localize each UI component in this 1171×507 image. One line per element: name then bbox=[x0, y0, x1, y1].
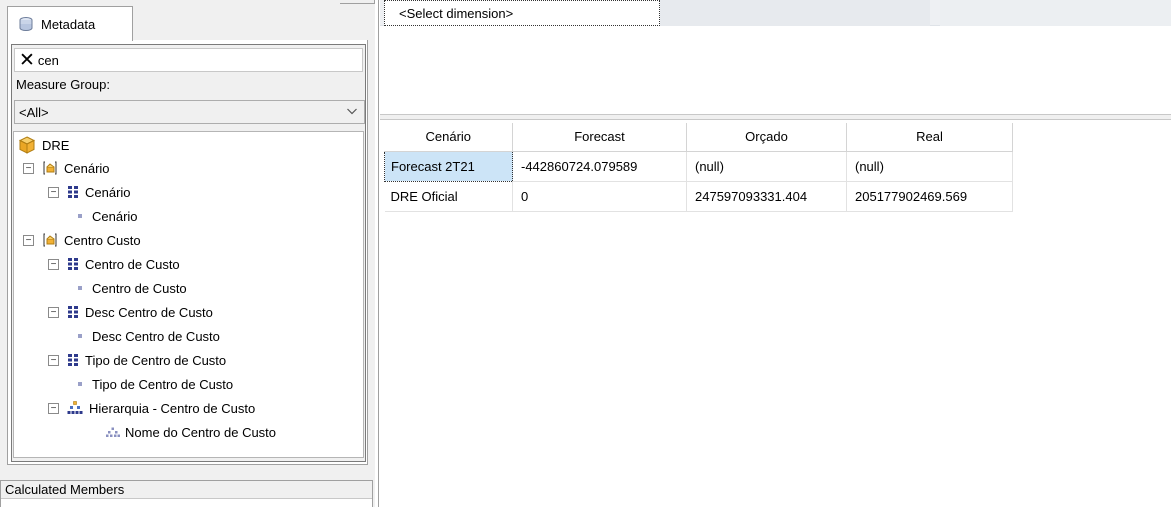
hierarchy-icon bbox=[67, 401, 83, 415]
tree-item-hierarchy[interactable]: − Hierarquia - Centro de Custo bbox=[48, 397, 255, 419]
header-row: Cenário Forecast Orçado Real bbox=[384, 123, 1013, 152]
tree-item-cube[interactable]: DRE bbox=[18, 134, 69, 156]
level-icon bbox=[78, 214, 82, 218]
collapse-icon[interactable]: − bbox=[23, 162, 34, 174]
filter-header-column bbox=[940, 0, 1171, 26]
select-dimension-dropdown[interactable]: <Select dimension> bbox=[384, 0, 660, 26]
tree-item-label: Cenário bbox=[64, 160, 110, 176]
metadata-search-input[interactable]: ✕ cen bbox=[14, 48, 363, 72]
cube-icon bbox=[18, 136, 36, 154]
metadata-body: ✕ cen Measure Group: <All> DRE − Cenário… bbox=[7, 40, 368, 465]
level-icon bbox=[78, 334, 82, 338]
tree-item-level[interactable]: Centro de Custo bbox=[76, 277, 187, 299]
tree-item-attribute[interactable]: − Centro de Custo bbox=[48, 253, 180, 275]
dimension-icon bbox=[42, 232, 58, 248]
attribute-icon bbox=[67, 257, 79, 271]
measure-group-value: <All> bbox=[19, 104, 49, 120]
metadata-tree: DRE − Cenário − Cenário Cenário − Centro… bbox=[13, 131, 364, 458]
cube-stack-icon bbox=[18, 16, 34, 32]
column-header[interactable]: Forecast bbox=[512, 123, 687, 152]
collapse-icon[interactable]: − bbox=[48, 258, 59, 270]
tree-item-label: Desc Centro de Custo bbox=[85, 304, 213, 320]
tree-item-dimension-centro-custo[interactable]: − Centro Custo bbox=[23, 229, 141, 251]
tree-item-level[interactable]: Nome do Centro de Custo bbox=[106, 421, 276, 443]
attribute-icon bbox=[67, 305, 79, 319]
tree-item-attribute[interactable]: − Tipo de Centro de Custo bbox=[48, 349, 226, 371]
row-header-cell[interactable]: DRE Oficial bbox=[384, 181, 513, 212]
tree-item-label: Nome do Centro de Custo bbox=[125, 424, 277, 440]
pane-splitter[interactable] bbox=[378, 0, 379, 507]
column-header[interactable]: Real bbox=[846, 123, 1013, 152]
tree-item-attribute[interactable]: − Cenário bbox=[48, 181, 131, 203]
filter-header: <Select dimension> bbox=[380, 0, 1171, 26]
table-cell[interactable]: (null) bbox=[686, 151, 847, 182]
collapse-icon[interactable]: − bbox=[48, 186, 59, 198]
tree-item-label: Hierarquia - Centro de Custo bbox=[89, 400, 256, 416]
tree-item-label: Centro de Custo bbox=[92, 280, 187, 296]
tab-metadata[interactable]: Metadata bbox=[7, 6, 133, 41]
tab-metadata-label: Metadata bbox=[41, 16, 96, 32]
tree-item-label: DRE bbox=[42, 137, 70, 153]
measure-group-label: Measure Group: bbox=[16, 77, 110, 92]
calculated-members-header: Calculated Members bbox=[1, 481, 372, 499]
measure-group-select[interactable]: <All> bbox=[14, 100, 365, 124]
results-table: Cenário Forecast Orçado Real Forecast 2T… bbox=[384, 123, 1013, 212]
column-header[interactable]: Orçado bbox=[686, 123, 847, 152]
filter-pane: <Select dimension> bbox=[380, 0, 1171, 114]
filter-header-column bbox=[660, 0, 930, 26]
level-icon bbox=[78, 382, 82, 386]
tree-item-level[interactable]: Desc Centro de Custo bbox=[76, 325, 220, 347]
table-row: DRE Oficial 0 247597093331.404 205177902… bbox=[384, 181, 1013, 212]
tree-item-label: Tipo de Centro de Custo bbox=[85, 352, 227, 368]
clear-search-icon[interactable]: ✕ bbox=[19, 51, 35, 70]
column-header[interactable]: Cenário bbox=[384, 123, 513, 152]
collapse-icon[interactable]: − bbox=[48, 354, 59, 366]
table-cell[interactable]: 205177902469.569 bbox=[846, 181, 1013, 212]
tree-item-level[interactable]: Cenário bbox=[76, 205, 138, 227]
tree-item-attribute[interactable]: − Desc Centro de Custo bbox=[48, 301, 213, 323]
results-grid: Cenário Forecast Orçado Real Forecast 2T… bbox=[380, 120, 1171, 507]
toolbar-stub bbox=[340, 0, 375, 4]
collapse-icon[interactable]: − bbox=[23, 234, 34, 246]
attribute-icon bbox=[67, 353, 79, 367]
tree-item-label: Tipo de Centro de Custo bbox=[92, 376, 234, 392]
tree-item-label: Desc Centro de Custo bbox=[92, 328, 220, 344]
row-header-cell[interactable]: Forecast 2T21 bbox=[384, 150, 513, 182]
chevron-down-icon[interactable] bbox=[346, 105, 358, 117]
table-cell[interactable]: 0 bbox=[512, 181, 687, 212]
metadata-pane: Metadata ✕ cen Measure Group: <All> DRE … bbox=[0, 0, 375, 507]
table-cell[interactable]: -442860724.079589 bbox=[512, 151, 687, 182]
tree-item-level[interactable]: Tipo de Centro de Custo bbox=[76, 373, 233, 395]
calculated-members-pane[interactable]: Calculated Members bbox=[0, 480, 373, 507]
level-dots-icon bbox=[106, 427, 120, 437]
table-cell[interactable]: 247597093331.404 bbox=[686, 181, 847, 212]
collapse-icon[interactable]: − bbox=[48, 306, 59, 318]
tree-item-label: Centro Custo bbox=[64, 232, 141, 248]
attribute-icon bbox=[67, 185, 79, 199]
tree-item-label: Cenário bbox=[85, 184, 131, 200]
tree-item-label: Centro de Custo bbox=[85, 256, 180, 272]
metadata-inner: ✕ cen Measure Group: <All> DRE − Cenário… bbox=[11, 44, 366, 462]
table-row: Forecast 2T21 -442860724.079589 (null) (… bbox=[384, 150, 1013, 182]
search-value: cen bbox=[37, 52, 59, 68]
dimension-icon bbox=[42, 160, 58, 176]
tree-item-dimension-cenario[interactable]: − Cenário bbox=[23, 157, 110, 179]
level-icon bbox=[78, 286, 82, 290]
tree-item-label: Cenário bbox=[92, 208, 138, 224]
table-cell[interactable]: (null) bbox=[846, 151, 1013, 182]
collapse-icon[interactable]: − bbox=[48, 402, 59, 414]
